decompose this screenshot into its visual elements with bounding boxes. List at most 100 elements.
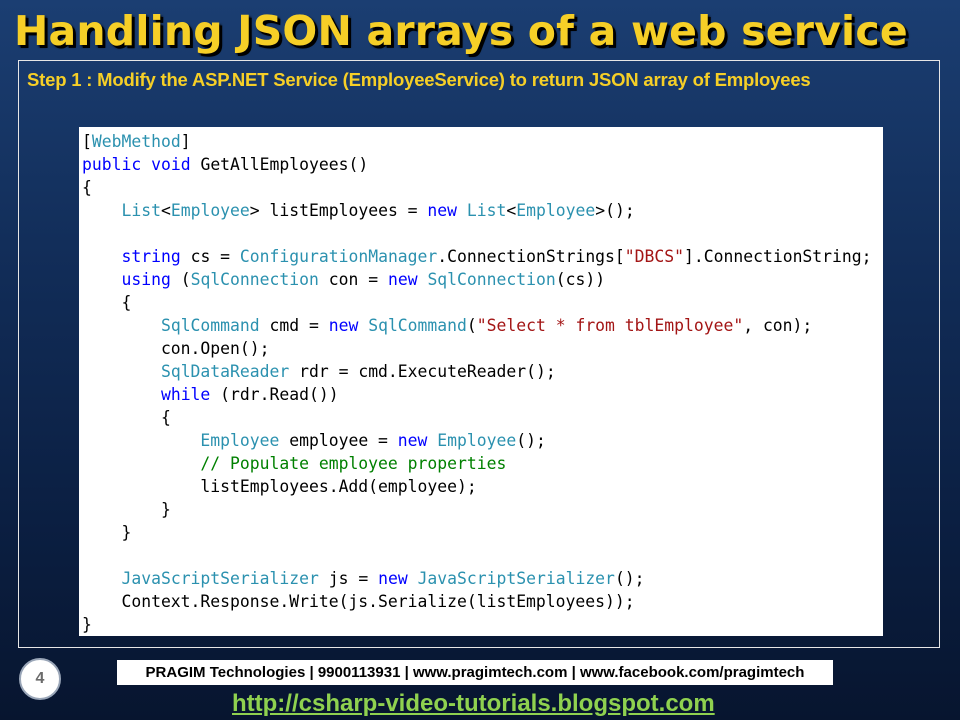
code-token: // Populate employee properties (200, 454, 507, 473)
code-token: SqlConnection (427, 270, 556, 289)
code-token: , con); (743, 316, 813, 335)
code-token: con.Open(); (82, 339, 270, 358)
code-line: string cs = ConfigurationManager.Connect… (82, 245, 883, 268)
code-token: new (378, 569, 408, 588)
code-line: List<Employee> listEmployees = new List<… (82, 199, 883, 222)
code-line: public void GetAllEmployees() (82, 153, 883, 176)
code-token: ].ConnectionString; (684, 247, 872, 266)
code-token: (); (614, 569, 645, 588)
code-line: { (82, 291, 883, 314)
code-line: } (82, 521, 883, 544)
code-panel: [WebMethod] public void GetAllEmployees()… (79, 127, 883, 636)
step-description: Step 1 : Modify the ASP.NET Service (Emp… (27, 69, 811, 90)
code-line: } (82, 613, 883, 636)
code-token: while (160, 385, 211, 404)
code-token: cmd = (259, 316, 329, 335)
code-line: listEmployees.Add(employee); (82, 475, 883, 498)
code-token: WebMethod (91, 132, 181, 151)
code-token: SqlDataReader (160, 362, 290, 381)
code-token: .ConnectionStrings[ (437, 247, 625, 266)
code-token: Employee (437, 431, 517, 450)
code-token: ConfigurationManager (239, 247, 438, 266)
code-block: [WebMethod] public void GetAllEmployees()… (79, 127, 883, 636)
code-token: { (82, 408, 171, 427)
code-token: SqlCommand (368, 316, 467, 335)
code-line: SqlDataReader rdr = cmd.ExecuteReader(); (82, 360, 883, 383)
code-token: cs = (180, 247, 240, 266)
code-token: new (397, 431, 428, 450)
code-token: con = (318, 270, 388, 289)
code-token: new (427, 201, 458, 220)
code-token: < (506, 201, 517, 220)
code-token: (cs)) (555, 270, 606, 289)
code-token: >(); (595, 201, 635, 220)
code-token: [ (82, 132, 92, 151)
code-token: SqlCommand (160, 316, 260, 335)
code-token: (); (516, 431, 546, 450)
code-token: ( (170, 270, 191, 289)
code-token: } (82, 523, 132, 542)
code-line: [WebMethod] (82, 130, 883, 153)
code-line: Context.Response.Write(js.Serialize(list… (82, 590, 883, 613)
code-token: new (328, 316, 359, 335)
code-token: } (82, 615, 92, 634)
slide-title: Handling JSON arrays of a web service (14, 7, 908, 55)
code-token: } (82, 500, 171, 519)
code-token: "Select * from tblEmployee" (476, 316, 744, 335)
code-token: ( (466, 316, 477, 335)
code-token: rdr = cmd.ExecuteReader(); (289, 362, 556, 381)
code-token: employee = (279, 431, 398, 450)
code-line: } (82, 498, 883, 521)
code-line: con.Open(); (82, 337, 883, 360)
code-token: GetAllEmployees() (190, 155, 369, 174)
code-token: List (466, 201, 507, 220)
code-token: < (160, 201, 171, 220)
code-token: > listEmployees = (249, 201, 428, 220)
code-line: { (82, 176, 883, 199)
code-token: js = (318, 569, 379, 588)
code-line: SqlCommand cmd = new SqlCommand("Select … (82, 314, 883, 337)
code-line: // Populate employee properties (82, 452, 883, 475)
code-token: public (82, 155, 142, 174)
code-token: ] (180, 132, 191, 151)
code-token: Employee (170, 201, 250, 220)
footer-contact-bar: PRAGIM Technologies | 9900113931 | www.p… (117, 660, 833, 685)
code-token: string (121, 247, 181, 266)
code-line: using (SqlConnection con = new SqlConnec… (82, 268, 883, 291)
slide-number-badge: 4 (19, 658, 61, 700)
code-token: JavaScriptSerializer (121, 569, 319, 588)
code-token: (rdr.Read()) (210, 385, 339, 404)
code-token: SqlConnection (190, 270, 319, 289)
code-line: { (82, 406, 883, 429)
code-token: listEmployees.Add(employee); (82, 477, 477, 496)
code-token: "DBCS" (624, 247, 685, 266)
code-token: Context.Response.Write(js.Serialize(list… (82, 592, 635, 611)
code-token: Employee (200, 431, 280, 450)
code-token: { (82, 293, 132, 312)
code-token: new (387, 270, 418, 289)
code-token: JavaScriptSerializer (417, 569, 615, 588)
code-token: using (121, 270, 171, 289)
code-token: Employee (516, 201, 596, 220)
code-token: { (82, 178, 92, 197)
code-line: Employee employee = new Employee(); (82, 429, 883, 452)
code-token: List (121, 201, 161, 220)
code-line: while (rdr.Read()) (82, 383, 883, 406)
code-line: JavaScriptSerializer js = new JavaScript… (82, 567, 883, 590)
blog-link[interactable]: http://csharp-video-tutorials.blogspot.c… (232, 690, 715, 718)
